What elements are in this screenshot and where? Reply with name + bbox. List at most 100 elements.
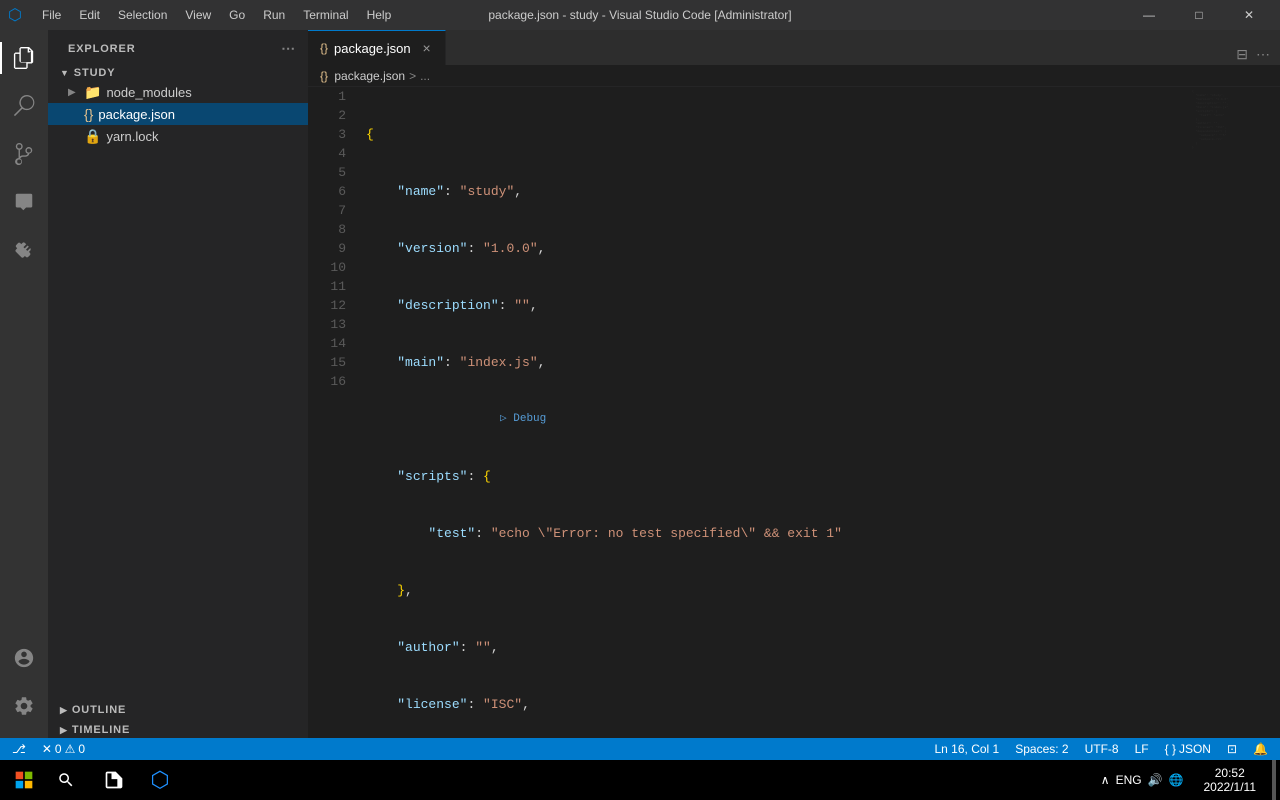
activity-account-icon[interactable] (0, 634, 48, 682)
explorer-header: Explorer ⋯ (48, 30, 308, 61)
network-icon[interactable]: 🌐 (1169, 773, 1184, 787)
clock-date: 2022/1/11 (1204, 780, 1257, 794)
status-errors[interactable]: ✕ 0 ⚠ 0 (38, 742, 89, 756)
sys-tray-expand[interactable]: ∧ (1101, 773, 1110, 787)
menu-run[interactable]: Run (255, 6, 293, 24)
status-bar-left: ⎇ ✕ 0 ⚠ 0 (8, 742, 89, 756)
menu-terminal[interactable]: Terminal (295, 6, 356, 24)
activity-source-control-icon[interactable] (0, 130, 48, 178)
study-section[interactable]: ▼ STUDY (48, 61, 308, 81)
editor-scrollbar[interactable] (1270, 87, 1280, 738)
explorer-title: Explorer (68, 43, 136, 55)
code-line-5b: ▷ Debug (366, 410, 1190, 429)
line-num-1: 1 (308, 87, 346, 106)
tab-package-json[interactable]: {} package.json × (308, 30, 446, 65)
encoding-label: UTF-8 (1085, 742, 1119, 756)
line-num-6: 6 (308, 182, 346, 201)
code-editor[interactable]: { "name": "study", "version": "1.0.0", "… (356, 87, 1190, 738)
folder-icon: 📁 (84, 84, 101, 101)
error-icon: ✕ (42, 742, 52, 756)
line-num-11: 11 (308, 277, 346, 296)
json-icon: {} (84, 106, 93, 122)
breadcrumb-more[interactable]: ... (420, 69, 430, 83)
code-line-6: "scripts": { (366, 467, 1190, 486)
menu-selection[interactable]: Selection (110, 6, 175, 24)
tab-label: package.json (334, 41, 411, 56)
breadcrumb-file[interactable]: {} package.json (320, 69, 405, 83)
taskbar-explorer-icon[interactable] (92, 760, 136, 800)
taskbar-sys-tray[interactable]: ∧ ENG 🔊 🌐 (1093, 773, 1192, 787)
line-num-12: 12 (308, 296, 346, 315)
show-desktop-button[interactable] (1272, 760, 1276, 800)
taskbar-clock[interactable]: 20:52 2022/1/11 (1196, 766, 1265, 794)
node-modules-label: node_modules (106, 85, 191, 100)
tree-item-package-json[interactable]: {} package.json (48, 103, 308, 125)
tab-bar-actions: ⊟ ⋯ (1234, 44, 1280, 65)
tab-close-button[interactable]: × (417, 38, 437, 58)
outline-section[interactable]: ▶ OUTLINE (48, 698, 308, 718)
sidebar: Explorer ⋯ ▼ STUDY ▶ 📁 node_modules {} p… (48, 30, 308, 738)
tree-item-yarn-lock[interactable]: 🔒 yarn.lock (48, 125, 308, 147)
activity-bar-bottom (0, 634, 48, 730)
menu-help[interactable]: Help (359, 6, 400, 24)
warning-count: 0 (78, 742, 85, 756)
status-bar: ⎇ ✕ 0 ⚠ 0 Ln 16, Col 1 Spaces: 2 UTF-8 L… (0, 738, 1280, 760)
line-num-14: 14 (308, 334, 346, 353)
volume-icon[interactable]: 🔊 (1148, 773, 1163, 787)
activity-explorer-icon[interactable] (0, 34, 48, 82)
lang-indicator[interactable]: ENG (1116, 773, 1142, 787)
git-branch-icon: ⎇ (12, 742, 26, 756)
window-title: package.json - study - Visual Studio Cod… (488, 8, 791, 22)
timeline-section[interactable]: ▶ TIMELINE (48, 718, 308, 738)
taskbar-pinned-icons: ⬡ (92, 760, 182, 800)
tree-item-node-modules[interactable]: ▶ 📁 node_modules (48, 81, 308, 103)
code-line-9: "author": "", (366, 638, 1190, 657)
split-editor-icon[interactable]: ⊟ (1234, 44, 1250, 65)
activity-search-icon[interactable] (0, 82, 48, 130)
vscode-logo-icon: ⬡ (8, 5, 22, 25)
status-encoding[interactable]: UTF-8 (1081, 742, 1123, 756)
status-spaces[interactable]: Spaces: 2 (1011, 742, 1072, 756)
language-label: JSON (1179, 742, 1211, 756)
taskbar-vscode-icon[interactable]: ⬡ (138, 760, 182, 800)
start-button[interactable] (4, 760, 44, 800)
menu-go[interactable]: Go (221, 6, 253, 24)
menu-edit[interactable]: Edit (71, 6, 108, 24)
minimize-button[interactable]: — (1126, 0, 1172, 30)
menu-file[interactable]: File (34, 6, 69, 24)
tab-icon: {} (320, 41, 328, 55)
taskbar-search-icon[interactable] (44, 760, 88, 800)
app-body: Explorer ⋯ ▼ STUDY ▶ 📁 node_modules {} p… (0, 30, 1280, 738)
activity-settings-icon[interactable] (0, 682, 48, 730)
line-num-3: 3 (308, 125, 346, 144)
position-label: Ln 16, Col 1 (935, 742, 1000, 756)
status-position[interactable]: Ln 16, Col 1 (931, 742, 1004, 756)
expand-icon: ▶ (68, 87, 84, 98)
close-button[interactable]: ✕ (1226, 0, 1272, 30)
code-line-10: "license": "ISC", (366, 695, 1190, 714)
status-layout[interactable]: ⊡ (1223, 742, 1241, 756)
line-num-8: 8 (308, 220, 346, 239)
more-actions-icon[interactable]: ⋯ (1254, 44, 1272, 65)
line-num-5: 5 (308, 163, 346, 182)
maximize-button[interactable]: □ (1176, 0, 1222, 30)
bell-icon: 🔔 (1253, 742, 1268, 756)
code-line-8: }, (366, 581, 1190, 600)
code-line-7: "test": "echo \"Error: no test specified… (366, 524, 1190, 543)
line-num-10: 10 (308, 258, 346, 277)
tab-bar: {} package.json × ⊟ ⋯ (308, 30, 1280, 65)
activity-bar (0, 30, 48, 738)
warning-icon: ⚠ (65, 742, 76, 756)
status-git-branch[interactable]: ⎇ (8, 742, 30, 756)
status-notifications[interactable]: 🔔 (1249, 742, 1272, 756)
activity-extensions-icon[interactable] (0, 226, 48, 274)
status-line-ending[interactable]: LF (1131, 742, 1153, 756)
menu-view[interactable]: View (177, 6, 219, 24)
code-line-3: "version": "1.0.0", (366, 239, 1190, 258)
taskbar-right: ∧ ENG 🔊 🌐 20:52 2022/1/11 (1093, 760, 1276, 800)
status-language[interactable]: { } JSON (1161, 742, 1215, 756)
explorer-more-icon[interactable]: ⋯ (281, 40, 296, 57)
activity-run-debug-icon[interactable] (0, 178, 48, 226)
window-controls: — □ ✕ (1126, 0, 1272, 30)
line-num-15: 15 (308, 353, 346, 372)
